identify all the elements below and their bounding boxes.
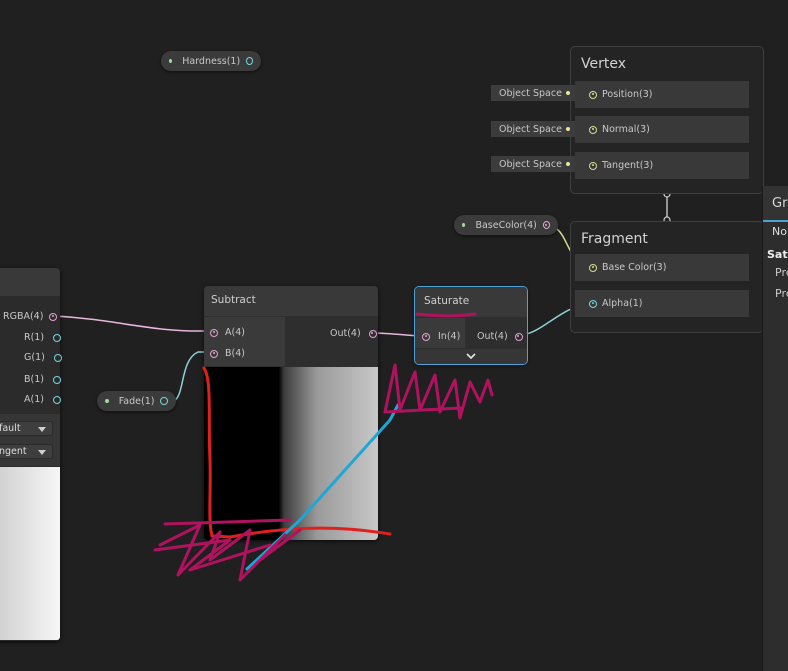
annotation-scribbles <box>153 312 494 582</box>
